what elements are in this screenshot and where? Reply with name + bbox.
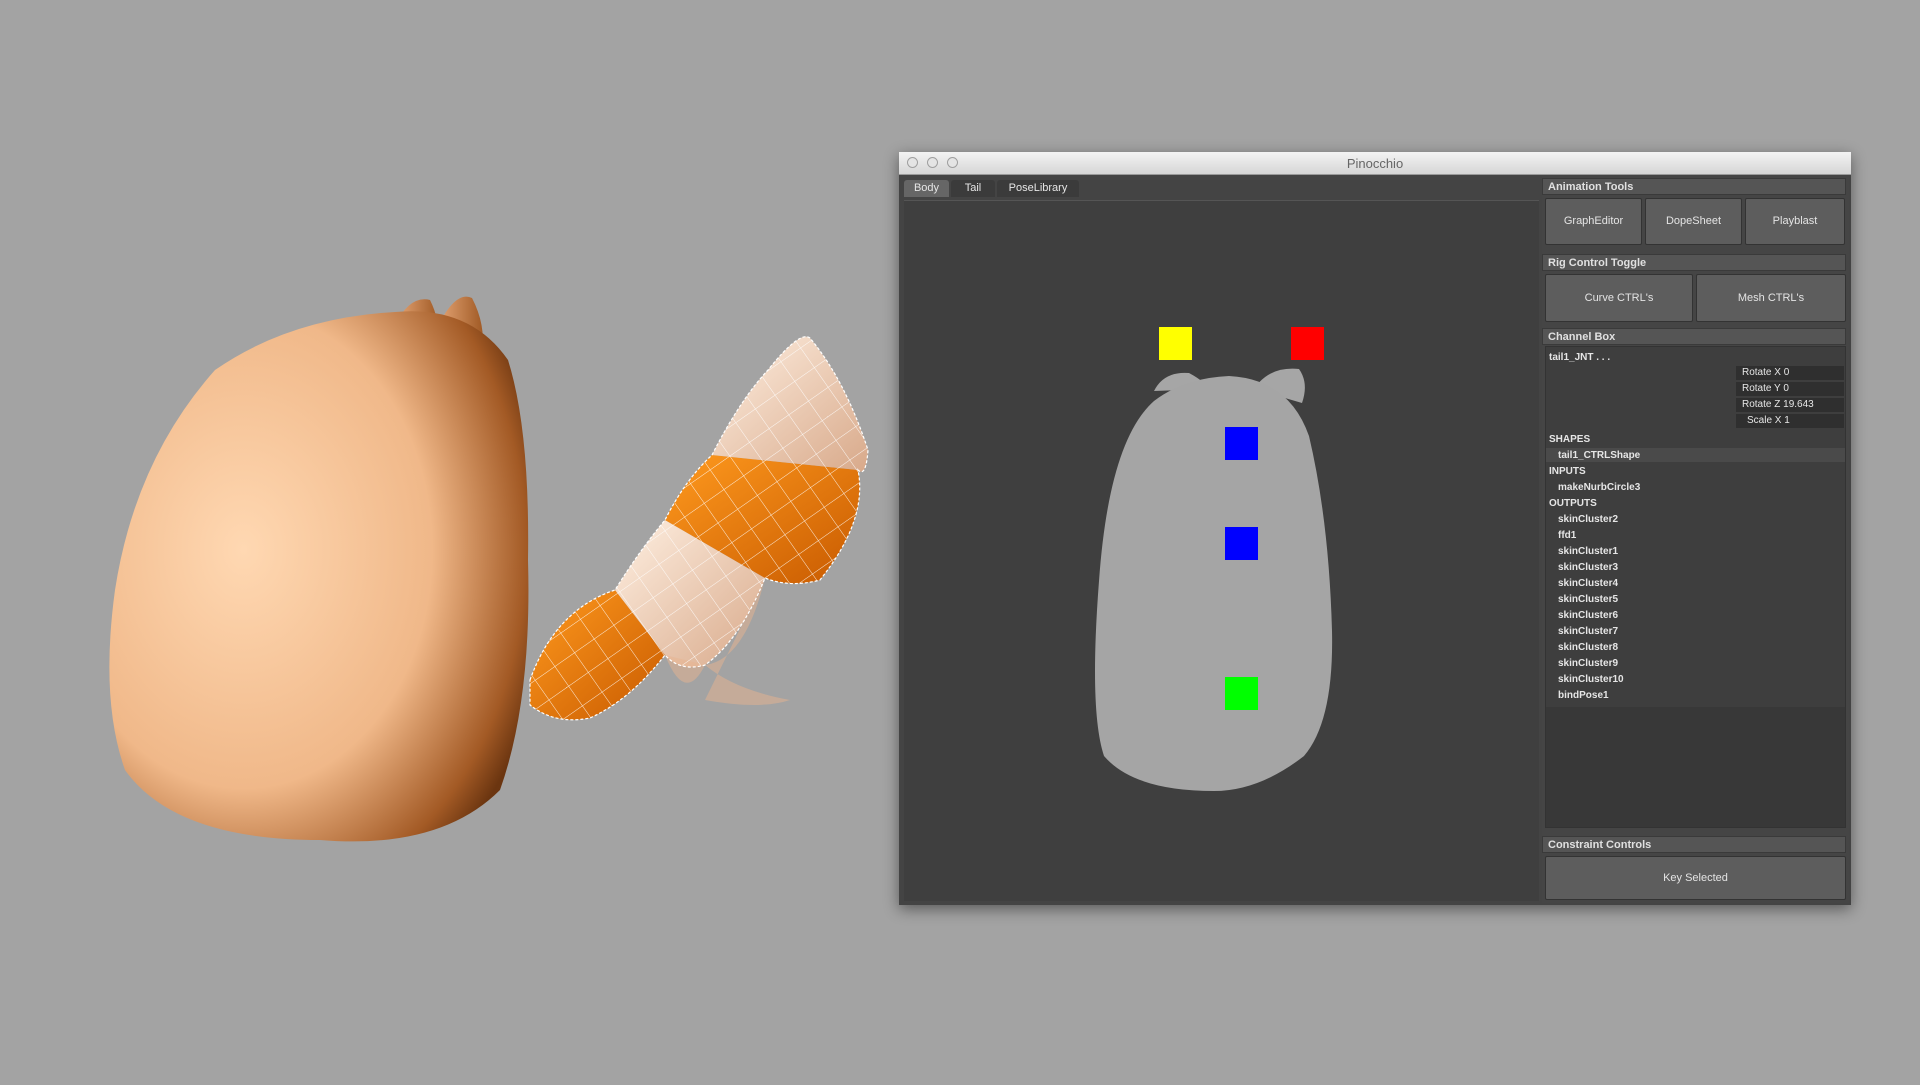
inputs-header: INPUTS bbox=[1549, 466, 1586, 477]
channel-box-header: Channel Box bbox=[1542, 328, 1846, 345]
key-selected-button[interactable]: Key Selected bbox=[1545, 856, 1846, 900]
graph-editor-button[interactable]: GraphEditor bbox=[1545, 198, 1642, 245]
body-mesh bbox=[109, 311, 529, 842]
tab-pose-library[interactable]: PoseLibrary bbox=[997, 180, 1079, 197]
character-model[interactable] bbox=[0, 0, 900, 1080]
output-item[interactable]: skinCluster1 bbox=[1558, 546, 1618, 557]
tail-mesh[interactable] bbox=[529, 336, 869, 721]
channel-box: tail1_JNT . . . Rotate X 0 Rotate Y 0 Ro… bbox=[1545, 346, 1846, 828]
attr-rotate-z-label: Rotate Z 19.643 bbox=[1742, 399, 1814, 410]
character-silhouette bbox=[1095, 368, 1333, 791]
attr-scale-x[interactable]: Scale X 1 bbox=[1736, 414, 1844, 428]
mesh-ctrls-button[interactable]: Mesh CTRL's bbox=[1696, 274, 1846, 322]
tab-body[interactable]: Body bbox=[904, 180, 949, 197]
window-titlebar[interactable]: Pinocchio bbox=[899, 152, 1851, 175]
control-blue-upper[interactable] bbox=[1225, 427, 1258, 460]
control-red[interactable] bbox=[1291, 327, 1324, 360]
window-title: Pinocchio bbox=[1346, 156, 1404, 171]
animation-tools-header: Animation Tools bbox=[1542, 178, 1846, 195]
control-blue-lower[interactable] bbox=[1225, 527, 1258, 560]
shape-item[interactable]: tail1_CTRLShape bbox=[1558, 450, 1640, 461]
outputs-header: OUTPUTS bbox=[1549, 498, 1597, 509]
output-item[interactable]: skinCluster7 bbox=[1558, 626, 1618, 637]
attr-rotate-y[interactable]: Rotate Y 0 bbox=[1736, 382, 1844, 396]
output-item[interactable]: skinCluster2 bbox=[1558, 514, 1618, 525]
playblast-button[interactable]: Playblast bbox=[1745, 198, 1845, 245]
output-item[interactable]: bindPose1 bbox=[1558, 690, 1609, 701]
channel-box-empty-area bbox=[1546, 707, 1845, 827]
output-item[interactable]: skinCluster5 bbox=[1558, 594, 1618, 605]
output-item[interactable]: ffd1 bbox=[1558, 530, 1576, 541]
tab-tail[interactable]: Tail bbox=[951, 180, 995, 197]
tools-panel: Animation Tools GraphEditor DopeSheet Pl… bbox=[1542, 176, 1849, 903]
shapes-header: SHAPES bbox=[1549, 434, 1591, 445]
control-green[interactable] bbox=[1225, 677, 1258, 710]
output-item[interactable]: skinCluster3 bbox=[1558, 562, 1618, 573]
tab-bar: Body Tail PoseLibrary bbox=[901, 176, 1541, 200]
pinocchio-window: Pinocchio Body Tail PoseLibrary Animatio… bbox=[899, 152, 1851, 905]
attr-rotate-x-label: Rotate X 0 bbox=[1742, 367, 1790, 378]
output-item[interactable]: skinCluster9 bbox=[1558, 658, 1618, 669]
input-item[interactable]: makeNurbCircle3 bbox=[1558, 482, 1640, 493]
control-yellow[interactable] bbox=[1159, 327, 1192, 360]
curve-ctrls-button[interactable]: Curve CTRL's bbox=[1545, 274, 1693, 322]
constraint-controls-header: Constraint Controls bbox=[1542, 836, 1846, 853]
output-item[interactable]: skinCluster8 bbox=[1558, 642, 1618, 653]
attr-rotate-x[interactable]: Rotate X 0 bbox=[1736, 366, 1844, 380]
maya-3d-viewport[interactable] bbox=[0, 0, 900, 1080]
output-item[interactable]: skinCluster4 bbox=[1558, 578, 1618, 589]
channel-box-object-name[interactable]: tail1_JNT . . . bbox=[1549, 352, 1610, 363]
attr-rotate-z[interactable]: Rotate Z 19.643 bbox=[1736, 398, 1844, 412]
picker-canvas bbox=[904, 200, 1539, 901]
output-item[interactable]: skinCluster10 bbox=[1558, 674, 1624, 685]
dope-sheet-button[interactable]: DopeSheet bbox=[1645, 198, 1742, 245]
rig-control-toggle-header: Rig Control Toggle bbox=[1542, 254, 1846, 271]
output-item[interactable]: skinCluster6 bbox=[1558, 610, 1618, 621]
attr-scale-x-label: Scale X 1 bbox=[1747, 415, 1790, 426]
attr-rotate-y-label: Rotate Y 0 bbox=[1742, 383, 1789, 394]
picker-panel: Body Tail PoseLibrary bbox=[901, 176, 1541, 903]
